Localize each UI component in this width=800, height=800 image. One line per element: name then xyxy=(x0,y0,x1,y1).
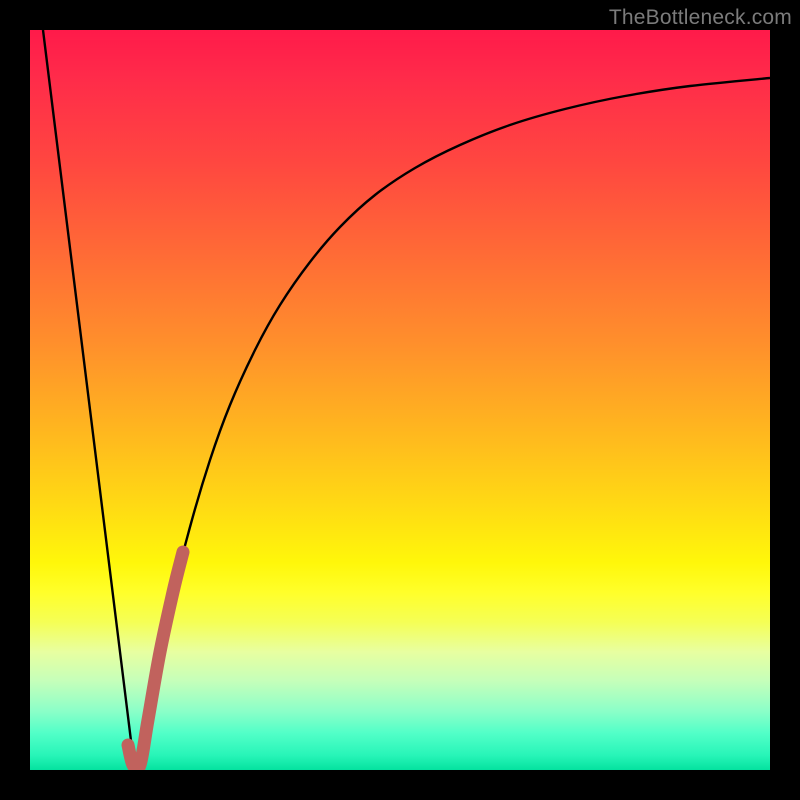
plot-area xyxy=(30,30,770,770)
watermark-text: TheBottleneck.com xyxy=(609,6,792,30)
bottleneck-curve-path xyxy=(43,30,770,765)
highlight-segment-path xyxy=(128,552,183,770)
curve-svg xyxy=(30,30,770,770)
